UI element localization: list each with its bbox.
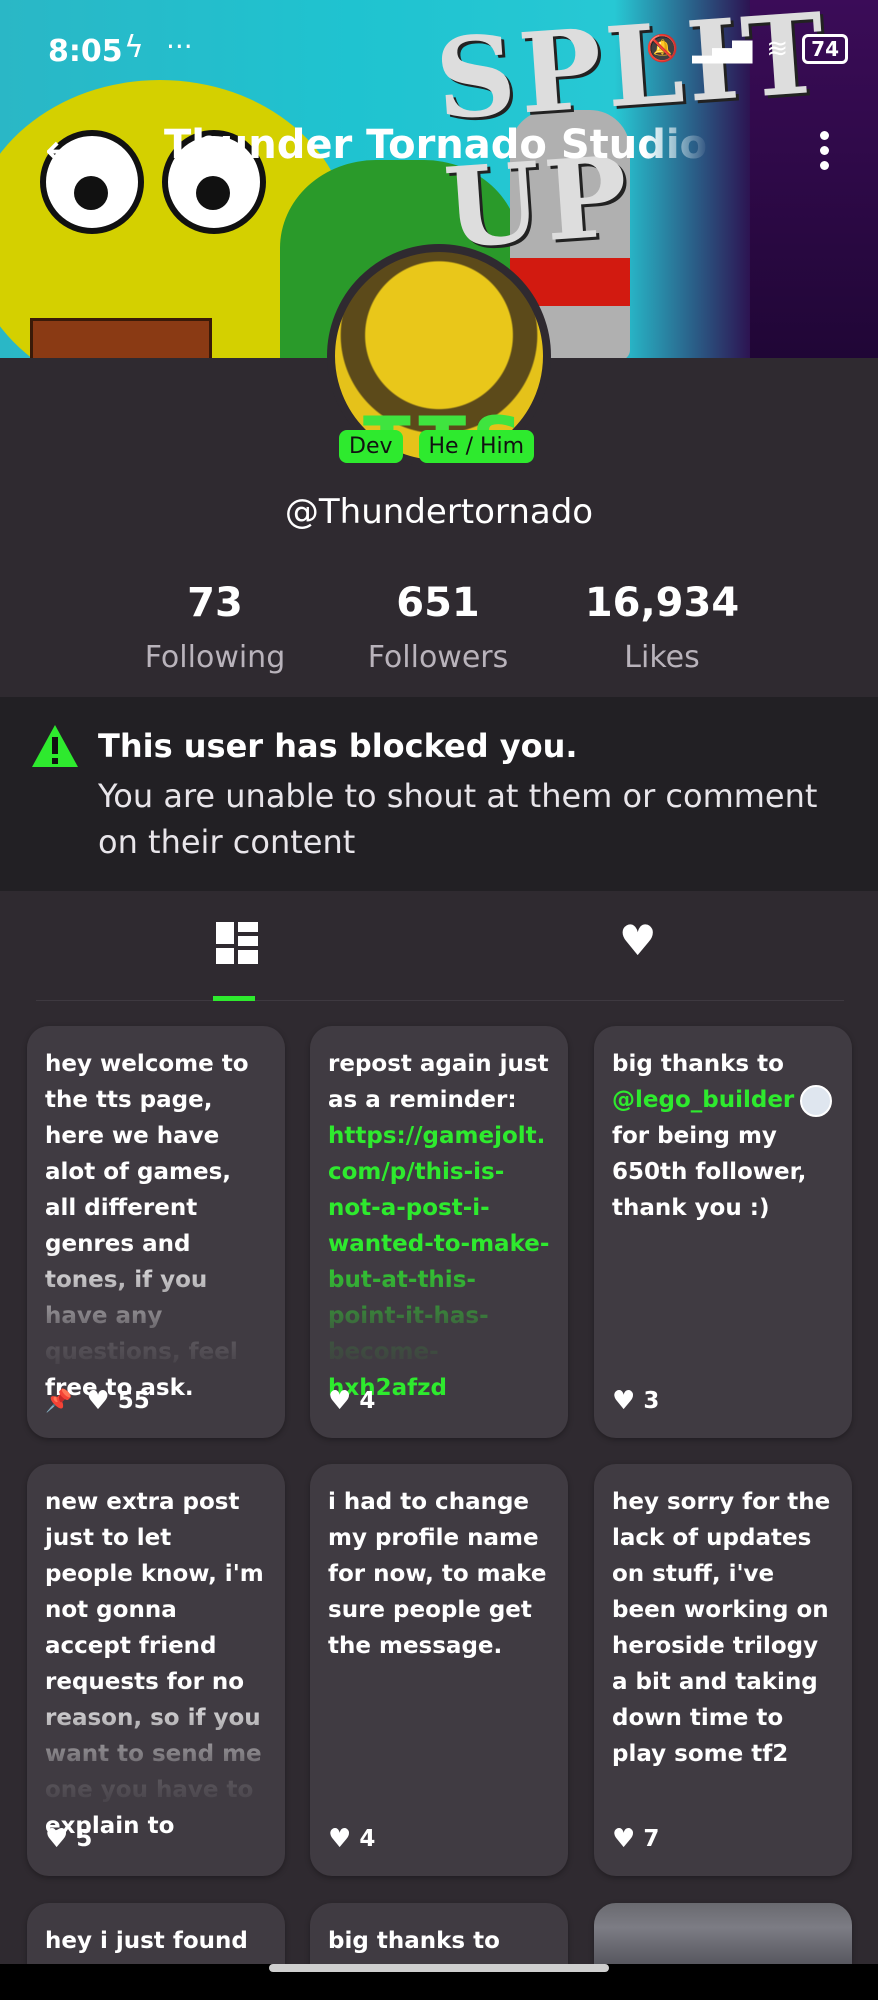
more-options-button[interactable] xyxy=(800,120,848,180)
post-meta: ♥ 4 xyxy=(328,1386,375,1416)
post-fade xyxy=(310,1246,568,1376)
pin-icon: 📌 xyxy=(45,1388,73,1414)
battery-icon: 74 xyxy=(802,34,848,64)
post-like-count: 7 xyxy=(643,1826,660,1852)
post-text: hey sorry for the lack of updates on stu… xyxy=(612,1489,831,1767)
blocked-message: You are unable to shout at them or comme… xyxy=(98,777,818,861)
tab-posts[interactable] xyxy=(196,900,276,1001)
stat-following-value: 73 xyxy=(187,580,243,626)
system-nav-bar xyxy=(0,1964,878,2000)
stat-followers-label: Followers xyxy=(367,640,509,675)
post-text: big thanks to xyxy=(328,1928,500,1954)
post-meta: 📌 ♥ 55 xyxy=(45,1386,150,1416)
more-notifications-icon: ··· xyxy=(166,30,193,63)
mention-avatar xyxy=(800,1084,833,1117)
post-card-image[interactable] xyxy=(594,1903,852,1964)
post-text-prefix: repost again just as a reminder: xyxy=(328,1051,549,1113)
post-like-count: 4 xyxy=(359,1826,376,1852)
more-dot-icon xyxy=(819,145,829,155)
back-arrow-icon: ← xyxy=(44,123,84,177)
grid-icon xyxy=(216,922,258,964)
post-text-suffix: for being my 650th follower, thank you :… xyxy=(612,1123,807,1221)
heart-icon[interactable]: ♥ xyxy=(612,1824,635,1854)
mute-icon: 🔕 xyxy=(645,34,679,64)
stat-likes-label: Likes xyxy=(624,640,700,675)
profile-tags: Dev He / Him xyxy=(339,430,535,463)
stat-likes[interactable]: 16,934 Likes xyxy=(562,580,762,675)
page-title: Thunder Tornado Studios (I xyxy=(164,122,710,168)
post-text: hey i just found out today that xyxy=(45,1928,248,1954)
home-gesture-pill[interactable] xyxy=(269,1964,609,1972)
dev-tag: Dev xyxy=(339,430,403,463)
heart-icon[interactable]: ♥ xyxy=(328,1386,351,1416)
tab-liked[interactable]: ♥ xyxy=(601,900,681,1000)
post-text: i had to change my profile name for now,… xyxy=(328,1489,547,1659)
post-like-count: 3 xyxy=(643,1388,660,1414)
stat-following[interactable]: 73 Following xyxy=(115,580,315,675)
post-meta: ♥ 5 xyxy=(45,1824,92,1854)
heart-icon[interactable]: ♥ xyxy=(612,1386,635,1416)
post-meta: ♥ 3 xyxy=(612,1386,659,1416)
blocked-title: This user has blocked you. xyxy=(98,727,578,765)
post-text-prefix: big thanks to xyxy=(612,1051,784,1077)
heart-icon: ♥ xyxy=(619,916,657,965)
active-tab-indicator xyxy=(213,996,255,1001)
post-card[interactable]: new extra post just to let people know, … xyxy=(27,1464,285,1876)
heart-icon[interactable]: ♥ xyxy=(86,1386,109,1416)
blocked-notice: This user has blocked you. You are unabl… xyxy=(0,697,878,891)
stat-likes-value: 16,934 xyxy=(584,580,740,626)
post-text: big thanks to @lego_builder for being my… xyxy=(612,1046,834,1226)
stat-followers-value: 651 xyxy=(396,580,480,626)
wifi-icon: ≋ xyxy=(766,34,789,64)
post-mention[interactable]: @lego_builder xyxy=(612,1087,794,1113)
more-dot-icon xyxy=(819,160,829,170)
top-app-bar: ← Thunder Tornado Studios (I xyxy=(0,108,878,192)
profile-handle: @Thundertornado xyxy=(284,492,594,532)
charging-bolt-icon: ϟ xyxy=(124,30,144,65)
signal-icon: ▂▄▆ xyxy=(692,34,753,64)
post-meta: ♥ 7 xyxy=(612,1824,659,1854)
warning-icon xyxy=(32,725,78,767)
stat-following-label: Following xyxy=(144,640,286,675)
banner-desk xyxy=(30,318,212,358)
profile-stats: 73 Following 651 Followers 16,934 Likes xyxy=(0,580,878,680)
post-card[interactable]: big thanks to xyxy=(310,1903,568,1964)
post-card[interactable]: big thanks to @lego_builder for being my… xyxy=(594,1026,852,1438)
profile-tabs: ♥ xyxy=(36,900,844,1001)
status-time: 8:05 xyxy=(48,34,123,69)
post-like-count: 4 xyxy=(359,1388,376,1414)
post-card[interactable]: hey welcome to the tts page, here we hav… xyxy=(27,1026,285,1438)
post-like-count: 55 xyxy=(117,1388,150,1414)
post-card[interactable]: i had to change my profile name for now,… xyxy=(310,1464,568,1876)
post-meta: ♥ 4 xyxy=(328,1824,375,1854)
post-card[interactable]: hey sorry for the lack of updates on stu… xyxy=(594,1464,852,1876)
more-dot-icon xyxy=(819,130,829,140)
post-card[interactable]: repost again just as a reminder: https:/… xyxy=(310,1026,568,1438)
status-bar: 8:05 ϟ ··· 🔕 ▂▄▆ ≋ 74 xyxy=(0,0,878,100)
post-card[interactable]: hey i just found out today that xyxy=(27,1903,285,1964)
status-icons: 🔕 ▂▄▆ ≋ 74 xyxy=(646,34,848,64)
heart-icon[interactable]: ♥ xyxy=(45,1824,68,1854)
post-like-count: 5 xyxy=(76,1826,93,1852)
back-button[interactable]: ← xyxy=(34,120,94,180)
post-fade xyxy=(27,1684,285,1814)
stat-followers[interactable]: 651 Followers xyxy=(338,580,538,675)
post-fade xyxy=(27,1246,285,1376)
heart-icon[interactable]: ♥ xyxy=(328,1824,351,1854)
pronoun-tag: He / Him xyxy=(418,430,535,463)
